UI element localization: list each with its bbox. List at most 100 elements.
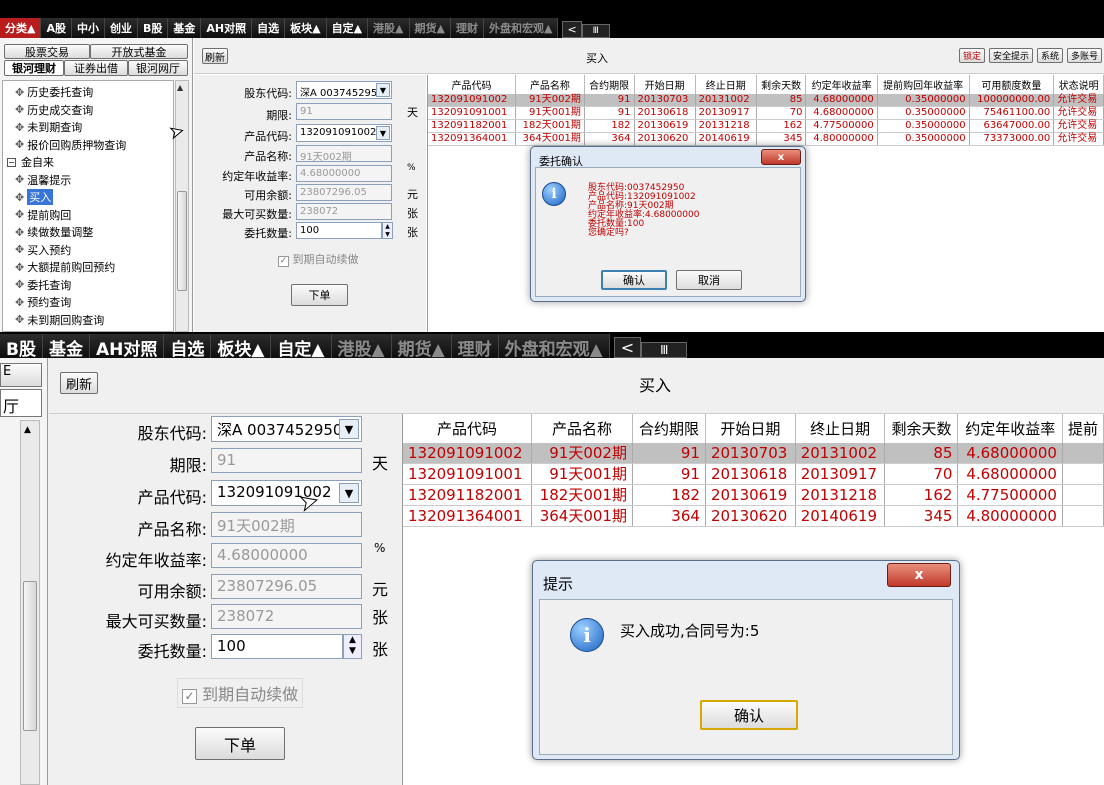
shareholder-select[interactable]: 深A 0037452950 ▼: [296, 81, 392, 99]
close-icon[interactable]: x: [761, 149, 801, 165]
market-tab[interactable]: 自定▲: [326, 18, 369, 38]
market-tab[interactable]: 港股▲: [331, 334, 392, 358]
column-header[interactable]: 提前购回年收益率: [877, 75, 970, 94]
market-tab[interactable]: 外盘和宏观▲: [498, 334, 610, 358]
quantity-input[interactable]: 100: [296, 222, 382, 239]
market-tab[interactable]: B股: [137, 18, 169, 38]
collapse-icon[interactable]: −: [7, 157, 16, 167]
market-tab[interactable]: 自定▲: [271, 334, 332, 358]
tab-scroll-left-button[interactable]: <: [562, 21, 582, 38]
tree-item[interactable]: ✥ 委托查询: [15, 277, 71, 293]
product-code-select[interactable]: 132091091002 ▼: [211, 480, 362, 506]
table-row[interactable]: 132091182001 182天001期 182 20130619 20131218 1…: [428, 119, 1104, 133]
tree-item[interactable]: ✥ 温馨提示: [15, 172, 71, 188]
quantity-input[interactable]: 100: [211, 634, 343, 659]
tree-item[interactable]: ✥ 历史委托查询: [15, 84, 93, 100]
tree-item[interactable]: ✥ 大额提前购回预约: [15, 259, 115, 275]
tree-scrollbar-zoomed[interactable]: ▲: [20, 420, 40, 785]
market-tab[interactable]: 理财: [451, 334, 499, 358]
tab-scroll-thumb[interactable]: Ⅲ: [581, 24, 610, 38]
auto-renew-checkbox[interactable]: ✓ 到期自动续做: [278, 251, 359, 267]
table-row[interactable]: 132091182001 182天001期 182 20130619 20131218 1…: [403, 484, 1104, 506]
table-row[interactable]: 132091091001 91天001期 91 20130618 20130917 70 4…: [428, 106, 1104, 120]
column-header[interactable]: 剩余天数: [756, 75, 807, 94]
column-header[interactable]: 终止日期: [695, 75, 757, 94]
tree-item[interactable]: − 金自来: [7, 154, 54, 170]
market-tab[interactable]: 自选: [164, 334, 212, 358]
tree-item[interactable]: ✥ 未到期查询: [15, 119, 82, 135]
column-header[interactable]: 提前: [1062, 414, 1104, 443]
column-header[interactable]: 产品代码: [428, 75, 517, 94]
market-tab[interactable]: B股: [0, 334, 43, 358]
column-header[interactable]: 约定年收益率: [805, 75, 878, 94]
auto-renew-checkbox[interactable]: ✓ 到期自动续做: [177, 678, 304, 708]
market-tab[interactable]: 中小: [71, 18, 105, 38]
tab-stock-trading[interactable]: 股票交易: [4, 44, 90, 59]
market-tab[interactable]: 期货▲: [409, 18, 451, 38]
market-tab[interactable]: 自选: [252, 18, 286, 38]
quantity-stepper[interactable]: ▲ ▼: [343, 634, 362, 659]
column-header[interactable]: 合约期限: [632, 414, 706, 443]
table-row[interactable]: 132091091002 91天002期 91 20130703 20131002 85 4…: [403, 443, 1104, 464]
toolbar-button[interactable]: 系统: [1036, 48, 1063, 63]
tree-item[interactable]: ✥ 买入预约: [15, 242, 71, 258]
market-tab[interactable]: 理财: [450, 18, 484, 38]
column-header[interactable]: 可用额度数量: [969, 75, 1055, 94]
market-tab[interactable]: A股: [41, 18, 72, 38]
tree-scrollbar[interactable]: ▲: [175, 80, 189, 332]
submit-order-button[interactable]: 下单: [291, 284, 348, 306]
tree-item[interactable]: ✥ 未到期回购查询: [15, 312, 104, 328]
confirm-button[interactable]: 确认: [700, 700, 798, 730]
shareholder-select[interactable]: 深A 0037452950 ▼: [211, 416, 362, 442]
column-header[interactable]: 产品名称: [531, 414, 633, 443]
tab-open-fund[interactable]: 开放式基金: [90, 44, 188, 59]
table-row[interactable]: 132091364001 364天001期 364 20130620 20140619 3…: [428, 132, 1104, 146]
tree-item[interactable]: ✥ 预约查询: [15, 294, 71, 310]
submit-order-button[interactable]: 下单: [195, 727, 285, 760]
tab-scroll-left-button[interactable]: <: [613, 337, 642, 358]
market-tab[interactable]: AH对照: [89, 334, 165, 358]
market-tab[interactable]: 分类▲: [0, 18, 42, 38]
column-header[interactable]: 终止日期: [795, 414, 886, 443]
column-header[interactable]: 合约期限: [584, 75, 635, 94]
tab-scroll-thumb[interactable]: Ⅲ: [641, 342, 688, 358]
tree-item[interactable]: ✥ 报价回购质押物查询: [15, 137, 126, 153]
cancel-button[interactable]: 取消: [676, 270, 742, 290]
market-tab[interactable]: 外盘和宏观▲: [483, 18, 559, 38]
table-row[interactable]: 132091091001 91天001期 91 20130618 20130917 70 4…: [403, 463, 1104, 485]
market-tab[interactable]: 港股▲: [368, 18, 410, 38]
market-tab[interactable]: AH对照: [201, 18, 253, 38]
tree-item[interactable]: ✥ 续做数量调整: [15, 224, 93, 240]
column-header[interactable]: 约定年收益率: [957, 414, 1063, 443]
market-tab[interactable]: 板块▲: [211, 334, 272, 358]
tree-item[interactable]: ✥ 历史成交查询: [15, 102, 93, 118]
refresh-button[interactable]: 刷新: [202, 48, 228, 64]
column-header[interactable]: 产品代码: [403, 414, 532, 443]
left-tab-partial[interactable]: 厅: [0, 389, 42, 417]
column-header[interactable]: 开始日期: [634, 75, 696, 94]
refresh-button[interactable]: 刷新: [60, 372, 98, 394]
market-tab[interactable]: 板块▲: [285, 18, 327, 38]
tab-yinhe-wealth[interactable]: 银河理财: [4, 60, 64, 76]
toolbar-button[interactable]: 多账号: [1066, 48, 1102, 63]
product-code-select[interactable]: 132091091002 ▼: [296, 124, 392, 142]
confirm-button[interactable]: 确认: [601, 270, 667, 290]
toolbar-button[interactable]: 安全提示: [988, 48, 1033, 63]
column-header[interactable]: 状态说明: [1053, 75, 1104, 94]
tab-securities-lending[interactable]: 证券出借: [64, 60, 128, 76]
table-row[interactable]: 132091364001 364天001期 364 20130620 20140619 3…: [403, 505, 1104, 527]
market-tab[interactable]: 期货▲: [391, 334, 452, 358]
toolbar-button[interactable]: 锁定: [958, 48, 985, 63]
column-header[interactable]: 开始日期: [705, 414, 796, 443]
column-header[interactable]: 产品名称: [515, 75, 585, 94]
market-tab[interactable]: 基金: [42, 334, 90, 358]
column-header[interactable]: 剩余天数: [884, 414, 959, 443]
tree-item[interactable]: ✥ 提前购回: [15, 207, 71, 223]
market-tab[interactable]: 基金: [168, 18, 202, 38]
quantity-stepper[interactable]: ▲ ▼: [382, 222, 393, 239]
tab-yinhe-hall[interactable]: 银河网厅: [128, 60, 188, 76]
table-row[interactable]: 132091091002 91天002期 91 20130703 20131002 85 4…: [428, 94, 1104, 107]
close-icon[interactable]: x: [887, 563, 951, 587]
market-tab[interactable]: 创业: [104, 18, 138, 38]
tree-item[interactable]: ✥ 买入: [15, 189, 54, 205]
